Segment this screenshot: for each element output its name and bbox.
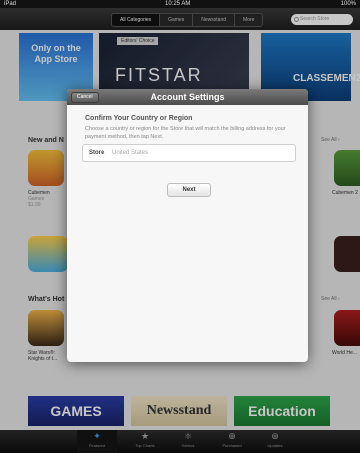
dialog-title-bar: Account Settings Cancel xyxy=(67,89,308,105)
account-settings-dialog: Account Settings Cancel Confirm Your Cou… xyxy=(67,89,308,362)
cancel-button[interactable]: Cancel xyxy=(71,92,99,103)
dialog-heading: Confirm Your Country or Region xyxy=(85,115,193,122)
dialog-title: Account Settings xyxy=(150,92,225,102)
clock: 10:25 AM xyxy=(165,1,191,7)
dialog-description: Choose a country or region for the Store… xyxy=(85,126,286,140)
store-country-field[interactable]: Store United States xyxy=(82,144,296,162)
battery-label: 100% xyxy=(340,1,356,7)
store-field-label: Store xyxy=(89,150,105,156)
next-button[interactable]: Next xyxy=(167,183,211,197)
carrier-label: iPad xyxy=(4,1,17,7)
store-field-value: United States xyxy=(112,150,149,156)
status-bar: iPad 10:25 AM 100% xyxy=(0,0,360,8)
